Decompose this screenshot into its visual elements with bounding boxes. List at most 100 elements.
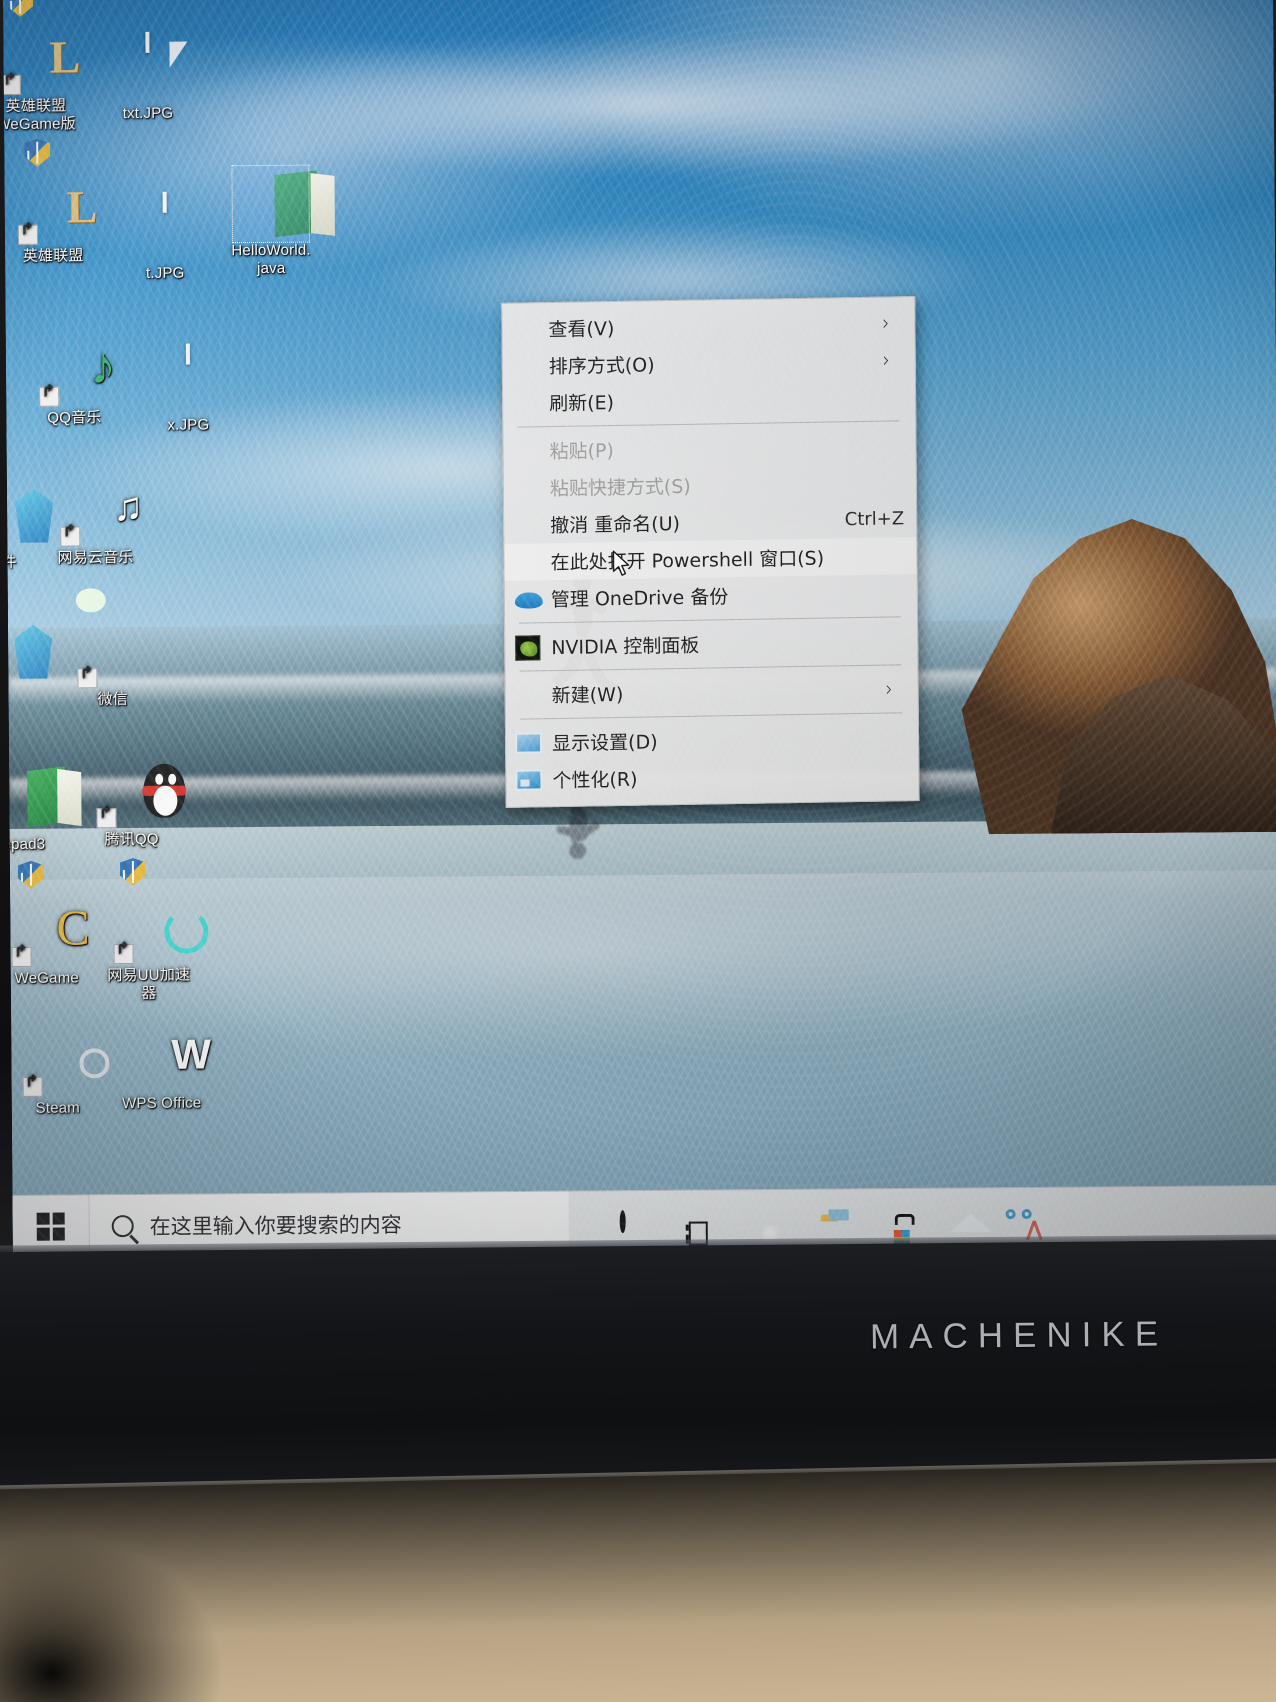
desktop-icon[interactable]: x.JPG	[134, 343, 243, 435]
steam-icon	[22, 1028, 91, 1097]
windows-desktop[interactable]: 英雄联盟WeGame版txt.JPG英雄联盟t.JPGHelloWorld.ja…	[3, 0, 1276, 1257]
chevron-right-icon: ›	[882, 347, 890, 373]
menu-item-icon-slot	[504, 506, 550, 544]
menu-item-icon-slot	[502, 310, 548, 348]
menu-item[interactable]: 刷新(E)	[503, 378, 915, 422]
desktop-icon[interactable]: tepad3	[3, 764, 82, 854]
desktop-icon-label: WeGame版	[3, 115, 76, 133]
menu-item-icon-slot	[503, 432, 549, 470]
qq-icon	[96, 760, 187, 829]
menu-item-label: 粘贴(P)	[549, 440, 614, 464]
menu-item-shortcut: Ctrl+Z	[844, 508, 905, 531]
desktop-icon-label: 腾讯QQ	[104, 830, 159, 849]
menu-item[interactable]: 管理 OneDrive 备份	[505, 574, 917, 618]
personalize-icon	[515, 769, 543, 791]
desktop-icon-label: 网易UU加速	[107, 966, 191, 985]
menu-item-icon-slot	[503, 384, 549, 422]
desktop-icon-label: 软件	[3, 553, 17, 572]
desktop-icon-label: java	[256, 259, 286, 277]
menu-item-label: NVIDIA 控制面板	[551, 634, 700, 660]
desktop-icon[interactable]: 网易UU加速器	[94, 895, 203, 1002]
foreground-shadow	[0, 1540, 220, 1702]
desktop-icon-label: 讯	[3, 690, 55, 709]
chevron-right-icon: ›	[882, 310, 890, 336]
desktop-icon[interactable]: 英雄联盟WeGame版	[3, 26, 90, 133]
desktop-icon[interactable]: WeGame	[3, 898, 101, 988]
menu-item-label: 个性化(R)	[552, 768, 638, 793]
desktop-icon[interactable]: 软件	[3, 483, 55, 573]
desktop-icon[interactable]: t.JPG	[111, 191, 220, 283]
menu-item-label: 撤消 重命名(U)	[550, 512, 681, 538]
menu-item-label: 查看(V)	[548, 318, 615, 342]
qqmusic-icon	[39, 338, 108, 407]
laptop-screen: 英雄联盟WeGame版txt.JPG英雄联盟t.JPGHelloWorld.ja…	[3, 0, 1276, 1257]
wps-icon	[128, 1024, 195, 1091]
menu-item[interactable]: 个性化(R)	[506, 755, 918, 799]
onedrive-icon	[515, 592, 543, 608]
nvidia-icon	[515, 635, 541, 661]
desktop-icon[interactable]: HelloWorld. java	[216, 170, 335, 277]
desktop-context-menu[interactable]: 查看(V) › 排序方式(O) › 刷新(E) 粘贴(P) 粘贴快捷方式(S) 撤消 重命名(…	[501, 296, 920, 808]
desktop-icon[interactable]: 腾讯QQ	[77, 760, 187, 850]
menu-item-icon-slot	[503, 347, 549, 385]
desktop-icon-label: 微信	[97, 691, 128, 709]
desktop-icon[interactable]: Steam	[3, 1028, 112, 1118]
menu-item-label: 新建(W)	[551, 683, 624, 708]
netease-icon	[60, 478, 129, 547]
desktop-icon-label: 英雄联盟	[22, 247, 84, 265]
search-icon	[111, 1214, 134, 1237]
menu-item[interactable]: NVIDIA 控制面板	[505, 622, 917, 666]
desktop-icon[interactable]: txt.JPG	[93, 31, 202, 123]
menu-item-label: 在此处打开 Powershell 窗口(S)	[550, 547, 825, 575]
jpg-boat-icon	[114, 31, 181, 101]
chevron-right-icon: ›	[885, 676, 893, 702]
desktop-icon[interactable]: 微信	[58, 620, 167, 710]
desktop-icon[interactable]: QQ音乐	[20, 338, 129, 428]
menu-item-label: 粘贴快捷方式(S)	[549, 475, 691, 501]
desktop-icon-label: t.JPG	[145, 264, 185, 282]
desktop-icon-label: Steam	[35, 1099, 81, 1117]
wechat-icon	[77, 620, 146, 689]
display-icon	[506, 724, 552, 762]
tencent-icon	[3, 483, 34, 550]
desktop-icon-label: tepad3	[3, 835, 46, 854]
java-icon	[237, 170, 335, 238]
photo-of-laptop-screen: 英雄联盟WeGame版txt.JPG英雄联盟t.JPGHelloWorld.ja…	[0, 0, 1276, 1702]
desktop-icon-label: HelloWorld.	[231, 241, 311, 260]
laptop-brand-text: MACHENIKE	[869, 1314, 1169, 1357]
lol-icon	[17, 176, 86, 245]
wegame-icon	[11, 898, 80, 967]
desktop-icon[interactable]: WPS Office	[107, 1023, 216, 1113]
desktop-icon-label: 网易云音乐	[57, 549, 134, 567]
desktop-icon-label: 英雄联盟	[5, 97, 67, 115]
desktop-icon-label: WeGame	[14, 969, 79, 987]
display-icon	[515, 732, 543, 754]
desktop-icon-label: x.JPG	[167, 416, 210, 434]
jpg-card-icon	[155, 343, 222, 412]
personalize-icon	[506, 761, 552, 799]
menu-item-icon-slot	[504, 469, 550, 507]
desktop-icon[interactable]: 英雄联盟	[3, 176, 107, 266]
desktop-icon[interactable]: 网易云音乐	[41, 478, 150, 568]
desktop-icon[interactable]: 讯	[3, 619, 55, 709]
desktop-icon-label: WPS Office	[122, 1094, 202, 1113]
cortana-icon	[619, 1209, 626, 1233]
notepad-icon	[3, 765, 82, 832]
search-placeholder: 在这里输入你要搜索的内容	[149, 1212, 402, 1239]
desktop-icon-label: txt.JPG	[122, 104, 174, 123]
lol-icon	[3, 26, 69, 96]
onedrive-icon	[505, 580, 551, 618]
uu-icon	[113, 896, 182, 965]
menu-item[interactable]: 新建(W) ›	[506, 670, 918, 714]
menu-item-icon-slot	[504, 543, 550, 581]
tencent-icon	[3, 619, 33, 686]
menu-item-label: 排序方式(O)	[548, 354, 655, 379]
menu-item-icon-slot	[506, 676, 552, 714]
windows-logo-icon	[36, 1212, 65, 1241]
menu-item-label: 显示设置(D)	[552, 731, 658, 756]
desktop-icon-label: QQ音乐	[47, 409, 102, 427]
desktop-icon-label: 器	[141, 984, 157, 1002]
jpg-card-icon	[132, 191, 199, 260]
menu-item-label: 刷新(E)	[549, 392, 615, 416]
menu-item-label: 管理 OneDrive 备份	[550, 586, 729, 612]
